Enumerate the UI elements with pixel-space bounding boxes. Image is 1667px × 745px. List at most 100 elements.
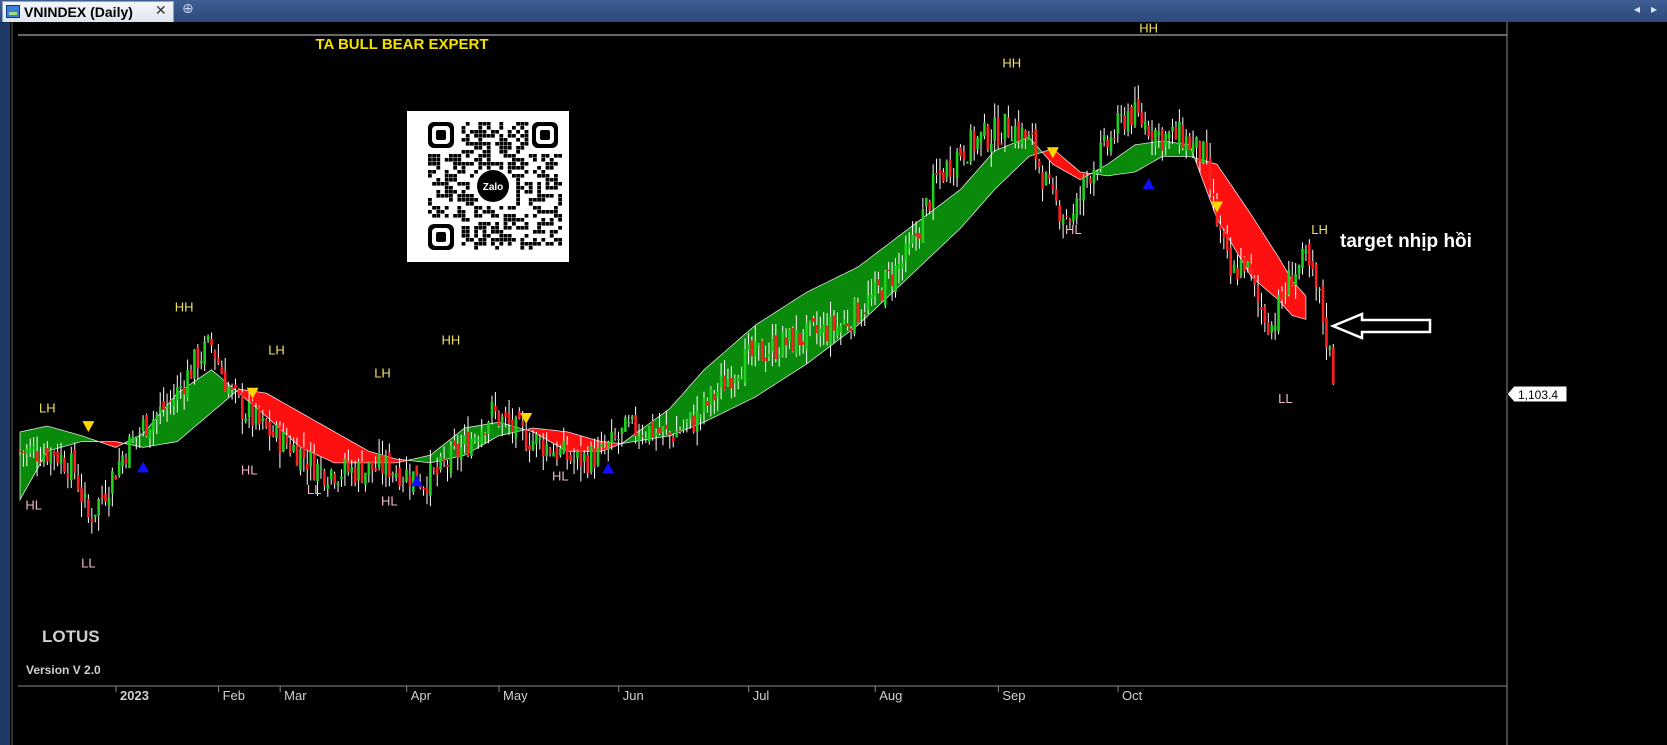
qr-module: [507, 226, 512, 230]
qr-module: [516, 150, 520, 154]
qr-module: [524, 138, 529, 142]
qr-module: [524, 182, 529, 186]
qr-module: [512, 206, 516, 210]
bear-candle: [524, 429, 528, 450]
bear-candle: [671, 436, 675, 443]
bear-candle: [880, 290, 884, 301]
scroll-tabs-right-icon[interactable]: ▸: [1651, 2, 1657, 16]
bear-candle: [791, 327, 795, 352]
bull-candle: [647, 426, 651, 442]
bear-candle: [104, 493, 107, 502]
bear-candle: [692, 415, 696, 432]
bear-candle: [1260, 306, 1263, 310]
qr-module: [537, 194, 541, 198]
tab-title: VNINDEX (Daily): [24, 4, 133, 20]
bear-candle: [528, 445, 531, 450]
bull-candle: [993, 117, 996, 141]
bear-candle: [846, 323, 849, 327]
qr-module: [541, 170, 546, 174]
chart-icon: [6, 5, 20, 18]
qr-module: [436, 206, 441, 210]
bear-candle: [80, 487, 83, 503]
qr-module: [432, 154, 436, 158]
qr-module: [537, 210, 541, 214]
qr-module: [520, 126, 525, 130]
qr-module: [541, 222, 546, 226]
bear-candle: [1054, 189, 1058, 201]
bear-candle: [1212, 193, 1215, 196]
chart-tab[interactable]: VNINDEX (Daily) ✕: [2, 1, 174, 22]
qr-module: [491, 230, 495, 234]
qr-module: [520, 134, 525, 138]
bull-candle: [186, 369, 189, 399]
qr-module: [554, 186, 558, 190]
qr-module: [465, 134, 470, 138]
qr-module: [461, 194, 466, 198]
bull-candle: [894, 265, 897, 292]
qr-module: [503, 238, 508, 242]
bear-candle: [1034, 129, 1038, 159]
bull-candle: [490, 401, 494, 417]
qr-module: [524, 242, 529, 246]
qr-module: [453, 174, 457, 178]
qr-module: [558, 198, 562, 202]
chart-pane[interactable]: LH HL LL HH HL LH LL HL LH HH HL HH HL HH LL LH 2023 Feb…: [10, 22, 1667, 745]
qr-module: [478, 134, 483, 138]
bear-candle: [271, 432, 275, 437]
qr-module: [524, 122, 529, 126]
bull-candle: [429, 463, 432, 496]
qr-module: [478, 154, 483, 158]
bull-candle: [1301, 248, 1304, 269]
scroll-tabs-left-icon[interactable]: ◂: [1634, 2, 1640, 16]
qr-module: [507, 130, 512, 134]
qr-module: [428, 198, 432, 202]
add-tab-icon[interactable]: ⊕: [182, 1, 194, 17]
qr-module: [474, 170, 478, 174]
qr-module: [491, 134, 495, 138]
qr-module: [461, 170, 466, 174]
bull-candle: [966, 162, 969, 164]
bull-candle: [695, 410, 699, 432]
qr-module: [507, 242, 512, 246]
bear-candle: [87, 499, 90, 518]
qr-module: [524, 130, 529, 134]
bull-candle: [969, 129, 973, 162]
qr-module: [533, 154, 537, 158]
month-label: Sep: [1002, 688, 1025, 703]
bear-candle: [258, 407, 261, 425]
bull-candle: [480, 429, 483, 445]
qr-module: [516, 202, 520, 206]
qr-module: [461, 198, 466, 202]
qr-module: [440, 210, 445, 214]
qr-module: [499, 122, 504, 126]
qr-module: [436, 162, 441, 166]
qr-module: [537, 226, 541, 230]
qr-module: [453, 178, 457, 182]
qr-module: [516, 166, 520, 170]
qr-module: [549, 222, 554, 226]
qr-module: [461, 130, 466, 134]
qr-module: [461, 242, 466, 246]
qr-module: [486, 146, 491, 150]
qr-module: [457, 154, 462, 158]
qr-module: [470, 202, 474, 206]
qr-module: [545, 210, 550, 214]
price-chart[interactable]: LH HL LL HH HL LH LL HL LH HH HL HH HL HH LL LH 2023 Feb…: [10, 22, 1667, 745]
close-icon[interactable]: ✕: [155, 3, 167, 19]
bear-cloud-segment: [1196, 157, 1307, 320]
qr-module: [545, 186, 550, 190]
bear-candle: [507, 414, 511, 424]
qr-module: [457, 206, 462, 210]
bull-candle: [459, 447, 463, 460]
bear-candle: [264, 419, 268, 427]
swing-label: HH: [1002, 55, 1021, 70]
qr-module: [457, 210, 462, 214]
buy-arrow-icon: [602, 462, 615, 474]
bull-candle: [901, 262, 904, 269]
bear-candle: [497, 411, 501, 426]
bear-candle: [483, 433, 487, 436]
qr-module: [449, 154, 453, 158]
bear-candle: [1267, 322, 1270, 335]
bull-candle: [275, 424, 278, 438]
qr-module: [558, 202, 562, 206]
